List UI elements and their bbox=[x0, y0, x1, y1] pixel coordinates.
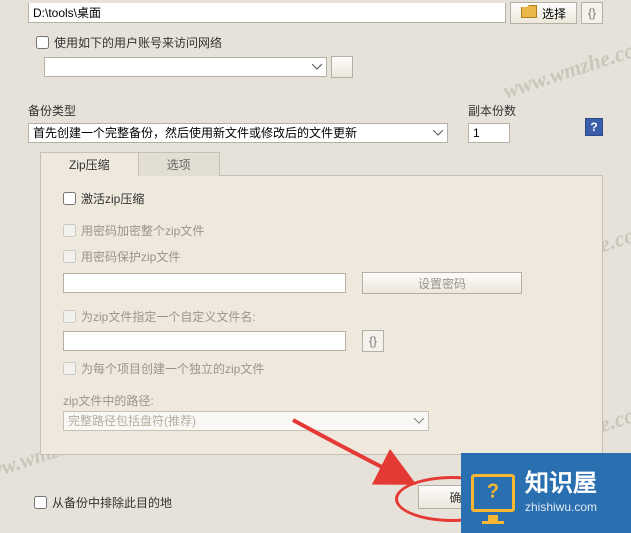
copies-label: 副本份数 bbox=[468, 102, 516, 119]
braces-button[interactable]: {} bbox=[581, 2, 603, 24]
exclude-dest-checkbox[interactable]: 从备份中排除此目的地 bbox=[34, 494, 172, 511]
path-in-zip-label: zip文件中的路径: bbox=[63, 392, 580, 409]
custom-name-box bbox=[63, 310, 76, 323]
tab-options[interactable]: 选项 bbox=[138, 152, 220, 176]
pwd-encrypt-checkbox: 用密码加密整个zip文件 bbox=[63, 222, 204, 239]
brand-name: 知识屋 bbox=[525, 472, 597, 496]
copies-spinner[interactable] bbox=[468, 123, 510, 143]
path-in-zip-select: 完整路径包括盘符(推荐) bbox=[63, 411, 429, 431]
path-input[interactable] bbox=[28, 3, 506, 23]
net-account-box[interactable] bbox=[36, 36, 49, 49]
per-item-checkbox: 为每个项目创建一个独立的zip文件 bbox=[63, 360, 264, 377]
pwd-protect-label: 用密码保护zip文件 bbox=[81, 248, 180, 265]
activate-zip-label: 激活zip压缩 bbox=[81, 190, 144, 207]
backup-type-select[interactable]: 首先创建一个完整备份，然后使用新文件或修改后的文件更新 bbox=[28, 123, 448, 143]
exclude-dest-label: 从备份中排除此目的地 bbox=[52, 494, 172, 511]
folder-icon bbox=[521, 5, 537, 21]
brand-url: zhishiwu.com bbox=[525, 500, 597, 514]
net-account-action[interactable] bbox=[331, 56, 353, 78]
per-item-box bbox=[63, 362, 76, 375]
custom-name-input[interactable] bbox=[63, 331, 346, 351]
zip-password-input[interactable] bbox=[63, 273, 346, 293]
net-account-checkbox[interactable]: 使用如下的用户账号来访问网络 bbox=[36, 34, 222, 51]
backup-type-label: 备份类型 bbox=[28, 102, 448, 119]
custom-name-label: 为zip文件指定一个自定义文件名: bbox=[81, 308, 256, 325]
custom-name-checkbox: 为zip文件指定一个自定义文件名: bbox=[63, 308, 256, 325]
pwd-protect-box bbox=[63, 250, 76, 263]
pwd-encrypt-label: 用密码加密整个zip文件 bbox=[81, 222, 204, 239]
per-item-label: 为每个项目创建一个独立的zip文件 bbox=[81, 360, 264, 377]
brand-monitor-icon bbox=[471, 474, 515, 512]
tab-zip[interactable]: Zip压缩 bbox=[40, 152, 139, 176]
custom-name-braces[interactable]: {} bbox=[362, 330, 384, 352]
activate-zip-checkbox[interactable]: 激活zip压缩 bbox=[63, 190, 144, 207]
brand-badge: 知识屋 zhishiwu.com bbox=[461, 453, 631, 533]
net-account-label: 使用如下的用户账号来访问网络 bbox=[54, 34, 222, 51]
exclude-dest-box[interactable] bbox=[34, 496, 47, 509]
help-icon[interactable]: ? bbox=[585, 118, 603, 136]
pwd-encrypt-box bbox=[63, 224, 76, 237]
activate-zip-box[interactable] bbox=[63, 192, 76, 205]
net-account-select[interactable] bbox=[44, 57, 327, 77]
pwd-protect-checkbox: 用密码保护zip文件 bbox=[63, 248, 180, 265]
tabs-frame: Zip压缩 选项 激活zip压缩 用密码加密整个zip文件 用密码保护zip文件… bbox=[40, 175, 603, 455]
browse-button[interactable]: 选择 bbox=[510, 2, 577, 24]
set-password-button: 设置密码 bbox=[362, 272, 522, 294]
browse-label: 选择 bbox=[542, 5, 566, 22]
